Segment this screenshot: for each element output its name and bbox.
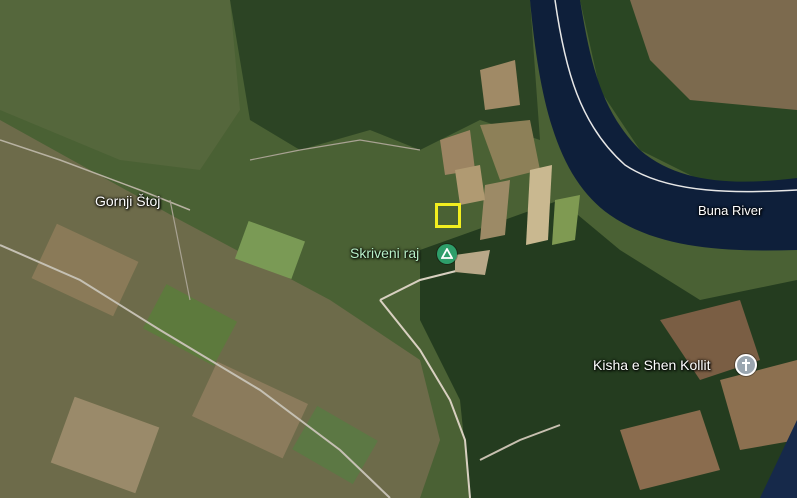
selection-marker[interactable] <box>435 203 461 228</box>
river-label[interactable]: Buna River <box>698 203 762 218</box>
campsite-triangle-icon[interactable] <box>437 244 457 264</box>
village-label[interactable]: Gornji Štoj <box>95 193 160 209</box>
church-label[interactable]: Kisha e Shen Kollit <box>593 357 711 373</box>
campsite-label[interactable]: Skriveni raj <box>350 245 419 261</box>
church-cross-icon[interactable] <box>735 354 757 376</box>
